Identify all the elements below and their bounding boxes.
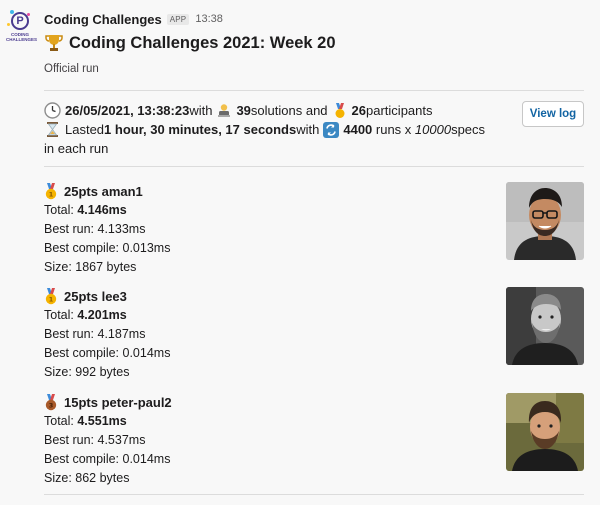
summary-line-1: 26/05/2021, 13:38:23 with 39 solutions a… <box>44 101 514 120</box>
logo-dot <box>7 23 10 26</box>
result-heading: 1 25pts aman1 <box>44 182 170 201</box>
result-entry: 1 25pts lee3 Total: 4.201ms Best run: 4.… <box>44 287 584 387</box>
result-size: Size: 992 bytes <box>44 365 130 379</box>
result-entry: 1 25pts aman1 Total: 4.146ms Best run: 4… <box>44 182 584 282</box>
participant-avatar[interactable] <box>506 287 584 365</box>
result-details: 1 25pts aman1 Total: 4.146ms Best run: 4… <box>44 182 170 277</box>
run-summary: 26/05/2021, 13:38:23 with 39 solutions a… <box>44 101 514 158</box>
gold-medal-icon: 1 <box>45 288 57 305</box>
trophy-icon <box>45 35 63 51</box>
result-name: peter-paul2 <box>101 395 172 410</box>
title-text: Coding Challenges 2021: Week 20 <box>69 33 336 52</box>
hourglass-icon <box>47 122 58 137</box>
subtitle: Official run <box>44 63 99 75</box>
result-best-compile: Best compile: 0.014ms <box>44 346 171 360</box>
message-title: Coding Challenges 2021: Week 20 <box>44 33 336 53</box>
result-entry: 3 15pts peter-paul2 Total: 4.551ms Best … <box>44 393 584 493</box>
result-best-run: Best run: 4.537ms <box>44 433 146 447</box>
summary-line-3: in each run <box>44 141 109 156</box>
result-heading: 3 15pts peter-paul2 <box>44 393 172 412</box>
result-details: 3 15pts peter-paul2 Total: 4.551ms Best … <box>44 393 172 488</box>
logo-text: CODING CHALLENGES <box>6 32 38 42</box>
divider <box>44 494 584 495</box>
result-details: 1 25pts lee3 Total: 4.201ms Best run: 4.… <box>44 287 170 382</box>
result-size: Size: 862 bytes <box>44 471 130 485</box>
app-avatar[interactable]: P CODING CHALLENGES <box>6 10 38 46</box>
solutions-count: 39 <box>236 103 251 118</box>
logo-p-icon: P <box>11 12 29 30</box>
divider <box>44 90 584 91</box>
repeat-icon <box>323 121 340 138</box>
view-log-button[interactable]: View log <box>522 101 584 127</box>
sports-medal-icon <box>335 102 345 118</box>
divider <box>44 166 584 167</box>
result-best-compile: Best compile: 0.013ms <box>44 241 171 255</box>
runs-count: 4400 <box>343 122 373 137</box>
timestamp[interactable]: 13:38 <box>195 13 223 25</box>
svg-text:1: 1 <box>49 296 54 304</box>
result-total: Total: 4.551ms <box>44 414 127 428</box>
clock-icon <box>44 102 61 119</box>
result-best-compile: Best compile: 0.014ms <box>44 452 171 466</box>
result-best-run: Best run: 4.133ms <box>44 222 146 236</box>
app-badge: APP <box>166 13 190 25</box>
result-points: 15pts <box>64 395 98 410</box>
result-total: Total: 4.146ms <box>44 203 127 217</box>
svg-text:1: 1 <box>49 191 54 199</box>
run-datetime: 26/05/2021, 13:38:23 <box>65 103 190 118</box>
result-heading: 1 25pts lee3 <box>44 287 170 306</box>
message: P CODING CHALLENGES Coding Challenges AP… <box>0 0 600 505</box>
technologist-icon <box>218 103 231 117</box>
result-total: Total: 4.201ms <box>44 308 127 322</box>
message-header: Coding Challenges APP 13:38 <box>44 11 223 27</box>
participants-count: 26 <box>351 103 367 118</box>
result-size: Size: 1867 bytes <box>44 260 137 274</box>
result-best-run: Best run: 4.187ms <box>44 327 146 341</box>
gold-medal-icon: 1 <box>45 183 57 200</box>
participant-avatar[interactable] <box>506 393 584 471</box>
result-points: 25pts <box>64 184 98 199</box>
svg-text:3: 3 <box>49 402 54 410</box>
sender-name[interactable]: Coding Challenges <box>44 12 162 27</box>
result-name: lee3 <box>101 289 127 304</box>
specs-count: 10000 <box>414 122 452 137</box>
bronze-medal-icon: 3 <box>45 394 57 411</box>
participant-avatar[interactable] <box>506 182 584 260</box>
result-name: aman1 <box>101 184 143 199</box>
run-duration: 1 hour, 30 minutes, 17 seconds <box>104 122 297 137</box>
result-points: 25pts <box>64 289 98 304</box>
summary-line-2: Lasted 1 hour, 30 minutes, 17 seconds wi… <box>44 120 514 139</box>
